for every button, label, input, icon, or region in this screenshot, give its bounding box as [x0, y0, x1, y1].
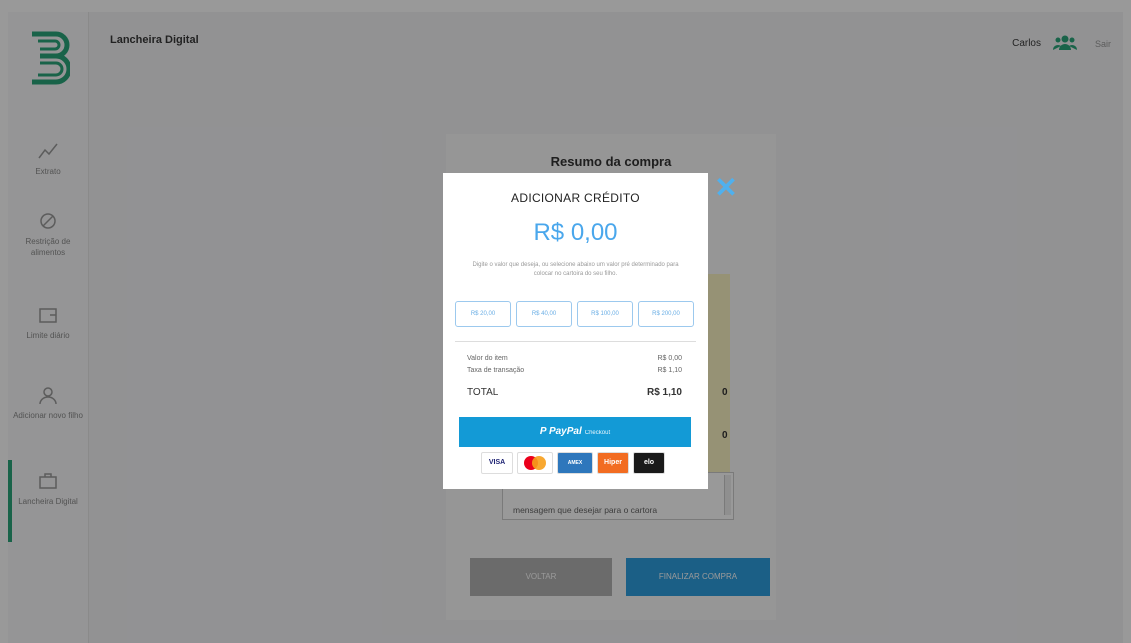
mastercard-icon: [517, 452, 553, 474]
elo-icon: elo: [633, 452, 665, 474]
close-icon[interactable]: ✕: [714, 174, 738, 202]
modal-description: Digite o valor que deseja, ou selecione …: [472, 262, 679, 277]
total-value: R$ 1,10: [646, 387, 682, 398]
preset-amount-button[interactable]: R$ 20,00: [455, 301, 511, 327]
modal-title: ADICIONAR CRÉDITO: [511, 191, 640, 205]
total-label: TOTAL: [467, 387, 499, 398]
preset-amount-button[interactable]: R$ 200,00: [638, 301, 694, 327]
paypal-checkout-button[interactable]: P PayPal Checkout: [459, 417, 691, 447]
paypal-logo-icon: P: [539, 426, 549, 437]
preset-amount-button[interactable]: R$ 40,00: [516, 301, 572, 327]
paypal-sub-label: Checkout: [584, 430, 611, 436]
preset-amounts: R$ 20,00 R$ 40,00 R$ 100,00 R$ 200,00: [455, 301, 696, 327]
paypal-label: PayPal: [548, 426, 582, 437]
card-brands: VISA AMEX Hiper elo: [481, 452, 671, 474]
preset-amount-button[interactable]: R$ 100,00: [577, 301, 633, 327]
item-value: R$ 0,00: [657, 355, 682, 362]
visa-icon: VISA: [481, 452, 513, 474]
divider: [455, 341, 696, 342]
add-credit-modal: ADICIONAR CRÉDITO R$ 0,00 Digite o valor…: [443, 173, 708, 489]
hiper-icon: Hiper: [597, 452, 629, 474]
fee-label: Taxa de transação: [467, 367, 525, 374]
amex-icon: AMEX: [557, 452, 593, 474]
item-value-label: Valor do item: [467, 355, 508, 362]
fee-value: R$ 1,10: [657, 367, 682, 374]
credit-amount-input[interactable]: R$ 0,00: [443, 219, 708, 247]
